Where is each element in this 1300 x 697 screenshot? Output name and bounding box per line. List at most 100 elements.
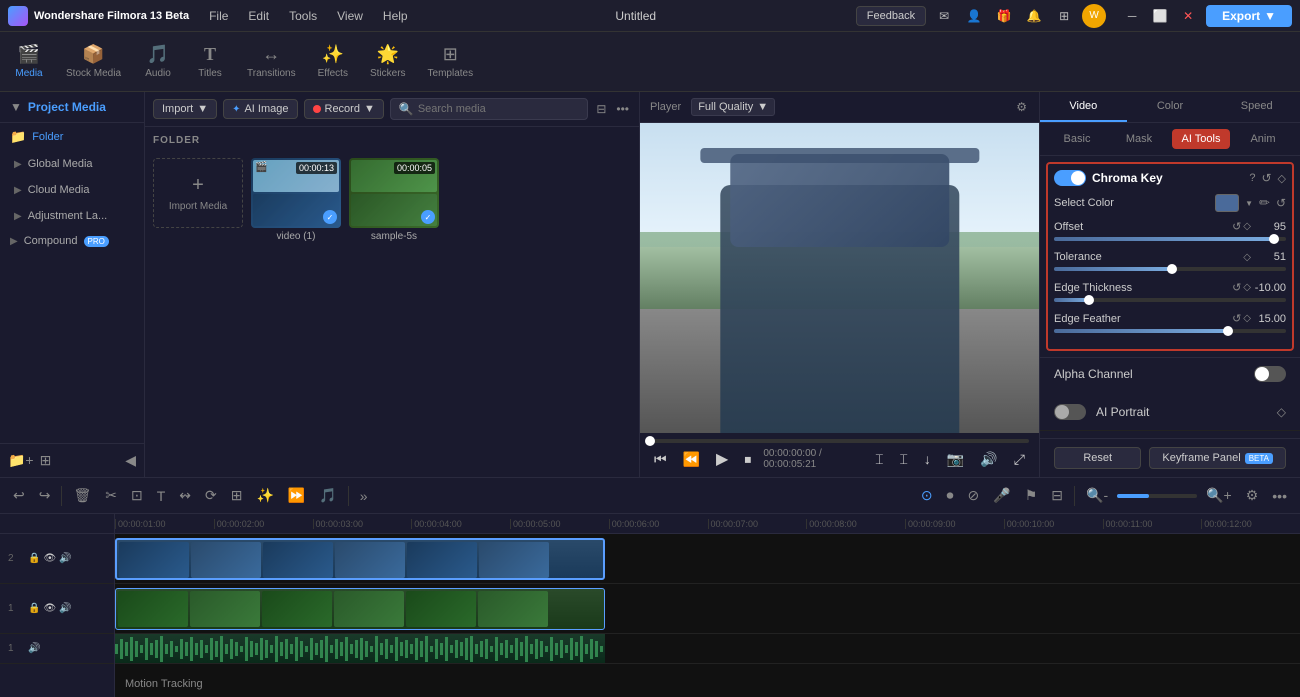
global-media-item[interactable]: ▶ Global Media [4, 152, 140, 176]
maximize-button[interactable]: ⬜ [1148, 4, 1172, 28]
toolbar-templates[interactable]: ⊞ Templates [418, 40, 484, 83]
track-lock-icon[interactable]: 🔒 [28, 553, 40, 564]
transform-button[interactable]: ⊞ [226, 484, 248, 507]
add-to-timeline-button[interactable]: ↓ [920, 449, 935, 469]
menu-view[interactable]: View [329, 5, 371, 27]
close-button[interactable]: ✕ [1176, 4, 1200, 28]
toolbar-effects[interactable]: ✨ Effects [308, 40, 358, 83]
color-dropdown-icon[interactable]: ▼ [1245, 199, 1253, 208]
track-audio-icon[interactable]: 🔊 [59, 603, 71, 614]
record-tl-button[interactable]: ⏺ [942, 484, 959, 507]
minimize-button[interactable]: ─ [1120, 4, 1144, 28]
add-folder-icon[interactable]: 📁+ [8, 452, 34, 469]
menu-file[interactable]: File [201, 5, 236, 27]
color-swatch[interactable] [1215, 194, 1239, 212]
mark-in-button[interactable]: ⌶ [871, 449, 887, 470]
audio-tl-button[interactable]: 🎵 [314, 484, 341, 507]
frame-back-button[interactable]: ⏪ [679, 449, 704, 470]
more-options-icon[interactable]: ••• [614, 100, 631, 118]
avatar[interactable]: W [1082, 4, 1106, 28]
undo-button[interactable]: ↩ [8, 484, 30, 507]
edge-thickness-handle[interactable] [1084, 295, 1094, 305]
apps-icon[interactable]: ⊞ [1052, 4, 1076, 28]
effects-tl-button[interactable]: ✨ [251, 484, 278, 507]
chroma-help-icon[interactable]: ? [1249, 172, 1255, 184]
compound-clip-item[interactable]: ▶ Compound PRO [0, 229, 144, 253]
edge-feather-diamond-icon[interactable]: ◇ [1243, 313, 1251, 324]
message-icon[interactable]: ✉ [932, 4, 956, 28]
toolbar-titles[interactable]: T Titles [185, 40, 235, 83]
speed-button[interactable]: ⏩ [283, 484, 310, 507]
edge-feather-handle[interactable] [1223, 326, 1233, 336]
quality-selector[interactable]: Full Quality ▼ [691, 98, 775, 116]
toolbar-audio[interactable]: 🎵 Audio [133, 40, 183, 83]
video-clip-2[interactable] [115, 538, 605, 580]
subtab-ai-tools[interactable]: AI Tools [1172, 129, 1230, 149]
track-visible-icon[interactable]: 👁 [43, 603, 56, 614]
video-clip-1[interactable] [115, 588, 605, 630]
import-button[interactable]: Import ▼ [153, 99, 217, 119]
smooth-button[interactable]: ↭ [174, 484, 196, 507]
ai-portrait-toggle[interactable] [1054, 404, 1086, 420]
people-icon[interactable]: 👤 [962, 4, 986, 28]
snap-button[interactable]: ⊙ [916, 484, 938, 507]
import-tile[interactable]: + Import Media [153, 158, 243, 228]
menu-help[interactable]: Help [375, 5, 416, 27]
select-color-reset-icon[interactable]: ↺ [1276, 196, 1286, 210]
more-tl-button[interactable]: » [355, 485, 373, 507]
track-audio-icon[interactable]: 🔊 [59, 553, 71, 564]
tab-speed[interactable]: Speed [1213, 92, 1300, 122]
cut-button[interactable]: ✂ [100, 484, 122, 507]
more-tl2-button[interactable]: ••• [1267, 485, 1292, 507]
text-button[interactable]: T [152, 485, 171, 507]
tab-video[interactable]: Video [1040, 92, 1127, 122]
ai-portrait-settings-icon[interactable]: ◇ [1277, 405, 1286, 419]
offset-reset-icon[interactable]: ↺ [1232, 220, 1241, 233]
track-audio-icon[interactable]: 🔊 [28, 643, 40, 654]
toolbar-stickers[interactable]: 🌟 Stickers [360, 40, 416, 83]
subtab-mask[interactable]: Mask [1110, 129, 1168, 149]
bell-icon[interactable]: 🔔 [1022, 4, 1046, 28]
preview-settings-icon[interactable]: ⚙ [1014, 98, 1029, 116]
folder-item[interactable]: 📁 Folder [0, 123, 144, 151]
zoom-out-button[interactable]: 🔍- [1081, 484, 1113, 507]
fullscreen-button[interactable]: ⤢ [1010, 449, 1029, 470]
play-button[interactable]: ▶ [712, 447, 732, 471]
toolbar-stock-media[interactable]: 📦 Stock Media [56, 40, 131, 83]
split-button[interactable]: ⊘ [963, 484, 985, 507]
chroma-key-toggle[interactable] [1054, 170, 1086, 186]
skip-back-button[interactable]: ⏮ [650, 449, 671, 470]
feedback-button[interactable]: Feedback [856, 6, 926, 26]
media-item-video1[interactable]: 00:00:13 🎬 ✓ video (1) [251, 158, 341, 242]
keyframe-panel-button[interactable]: Keyframe Panel BETA [1149, 447, 1286, 469]
rotate-button[interactable]: ⟳ [200, 484, 222, 507]
record-button[interactable]: Record ▼ [304, 99, 384, 119]
eyedropper-icon[interactable]: ✏ [1259, 195, 1270, 211]
adjustment-layer-item[interactable]: ▶ Adjustment La... [4, 204, 140, 228]
stop-button[interactable]: ⏹ [740, 449, 755, 470]
import-media-tile[interactable]: + Import Media [153, 158, 243, 242]
reset-button[interactable]: Reset [1054, 447, 1141, 469]
offset-handle[interactable] [1269, 234, 1279, 244]
track-visible-icon[interactable]: 👁 [43, 553, 56, 564]
toolbar-media[interactable]: 🎬 Media [4, 40, 54, 83]
offset-slider[interactable] [1054, 237, 1286, 241]
progress-handle[interactable] [645, 436, 655, 446]
subtab-anim[interactable]: Anim [1234, 129, 1292, 149]
chroma-reset-icon[interactable]: ↺ [1261, 171, 1271, 185]
add-media-icon[interactable]: ⊞ [40, 452, 52, 469]
edge-feather-slider[interactable] [1054, 329, 1286, 333]
search-input[interactable] [418, 103, 580, 115]
tolerance-slider[interactable] [1054, 267, 1286, 271]
collapse-panel-icon[interactable]: ◀ [125, 452, 136, 469]
zoom-in-button[interactable]: 🔍+ [1201, 484, 1237, 507]
ai-image-button[interactable]: ✦ AI Image [223, 99, 297, 119]
progress-bar[interactable] [650, 439, 1029, 443]
subtab-basic[interactable]: Basic [1048, 129, 1106, 149]
mic-button[interactable]: 🎤 [988, 484, 1015, 507]
collapse-arrow[interactable]: ▼ [10, 100, 22, 114]
edge-thickness-slider[interactable] [1054, 298, 1286, 302]
tolerance-diamond-icon[interactable]: ◇ [1243, 252, 1251, 263]
toolbar-transitions[interactable]: ↔ Transitions [237, 40, 306, 83]
crop-button[interactable]: ⊡ [126, 484, 148, 507]
